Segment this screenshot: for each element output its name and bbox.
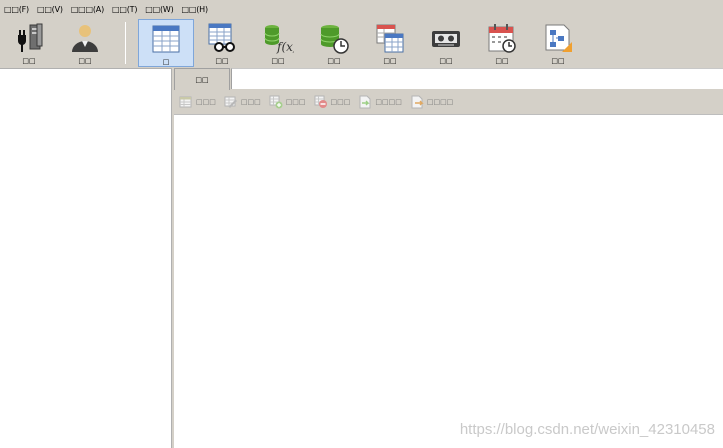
toolbar-model-button[interactable]: □□ <box>530 19 586 67</box>
toolbar-query-button[interactable]: □□ <box>362 19 418 67</box>
menu-bar: □□(F) □□(V) □□□(A) □□(T) □□(W) □□(H) <box>0 0 723 18</box>
table-icon <box>152 25 180 53</box>
open-table-label: □□□ <box>196 98 216 106</box>
toolbar-separator <box>125 22 126 64</box>
design-table-label: □□□ <box>240 98 261 106</box>
backup-icon <box>432 31 460 47</box>
toolbar-view-button[interactable]: □□ <box>194 19 250 67</box>
new-table-label: □□□ <box>285 98 306 106</box>
delete-table-label: □□□ <box>330 98 351 106</box>
connection-icon <box>18 23 43 52</box>
tab-strip-empty <box>231 68 723 89</box>
design-table-button[interactable]: □□□ <box>224 95 261 109</box>
watermark-text: https://blog.csdn.net/weixin_42310458 <box>459 421 715 438</box>
model-icon <box>545 24 572 52</box>
toolbar-user-label: □□ <box>78 57 92 65</box>
toolbar-schedule-button[interactable]: □□ <box>474 19 530 67</box>
schedule-icon <box>488 24 516 53</box>
connection-tree-panel[interactable] <box>0 68 172 448</box>
menu-help[interactable]: □□(H) <box>182 5 209 14</box>
toolbar-backup-label: □□ <box>439 57 453 65</box>
toolbar-event-label: □□ <box>327 57 341 65</box>
tab-strip: □□ <box>174 68 723 90</box>
menu-favorites[interactable]: □□□(A) <box>71 5 104 14</box>
view-icon <box>208 23 235 52</box>
toolbar-connection-label: □□ <box>22 57 36 65</box>
toolbar-schedule-label: □□ <box>495 57 509 65</box>
toolbar-backup-button[interactable]: □□ <box>418 19 474 67</box>
import-wizard-icon <box>359 95 371 109</box>
toolbar-event-button[interactable]: □□ <box>306 19 362 67</box>
toolbar-table-label: □ <box>162 58 170 66</box>
tab-objects[interactable]: □□ <box>174 68 230 90</box>
toolbar-function-label: □□ <box>271 57 285 65</box>
toolbar-table-button[interactable]: □ <box>138 19 194 67</box>
delete-table-icon <box>314 95 327 108</box>
object-list-area[interactable]: https://blog.csdn.net/weixin_42310458 <box>174 114 723 448</box>
toolbar-connection-button[interactable]: □□ <box>1 19 57 67</box>
toolbar-user-button[interactable]: □□ <box>57 19 113 67</box>
query-icon <box>376 24 404 53</box>
export-wizard-label: □□□□ <box>426 98 454 106</box>
toolbar-view-label: □□ <box>215 57 229 65</box>
menu-file[interactable]: □□(F) <box>4 5 29 14</box>
design-table-icon <box>224 96 237 108</box>
open-table-icon <box>179 96 192 108</box>
toolbar-model-label: □□ <box>551 57 565 65</box>
new-table-button[interactable]: □□□ <box>269 95 306 109</box>
event-icon <box>320 25 349 54</box>
toolbar-function-button[interactable]: f(x) □□ <box>250 19 306 67</box>
export-wizard-icon <box>411 95 424 109</box>
main-toolbar: □□ □□ □ □□ f(x □□ □□ □□ □□ □□ □□ <box>0 18 723 68</box>
svg-text:f(x): f(x) <box>276 40 294 54</box>
object-toolbar: □□□ □□□ □□□ □□□ □□□□ □□□□ <box>174 90 723 114</box>
user-icon <box>72 25 98 52</box>
new-table-icon <box>269 95 283 109</box>
menu-window[interactable]: □□(W) <box>145 5 173 14</box>
toolbar-query-label: □□ <box>383 57 397 65</box>
open-table-button[interactable]: □□□ <box>179 95 216 109</box>
menu-view[interactable]: □□(V) <box>37 5 63 14</box>
import-wizard-button[interactable]: □□□□ <box>358 95 402 109</box>
function-icon: f(x) <box>264 25 294 54</box>
menu-tools[interactable]: □□(T) <box>112 5 137 14</box>
export-wizard-button[interactable]: □□□□ <box>410 95 453 109</box>
import-wizard-label: □□□□ <box>375 98 402 106</box>
delete-table-button[interactable]: □□□ <box>314 95 351 109</box>
